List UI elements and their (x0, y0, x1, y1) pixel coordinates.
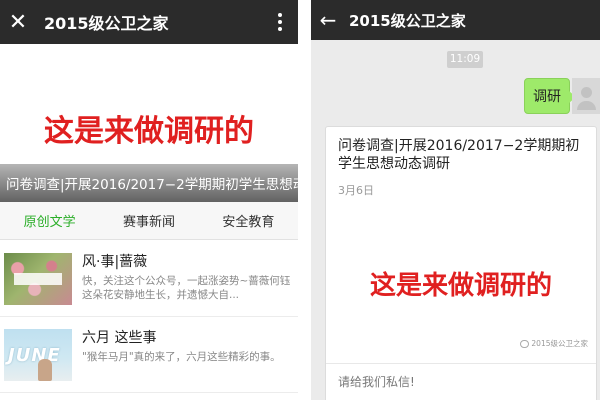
card-title: 问卷调查|开展2016/2017−2学期期初学生思想动态调研 (338, 138, 580, 172)
tab-competition-news[interactable]: 赛事新闻 (99, 202, 198, 239)
article-title: 六月 这些事 (82, 330, 157, 346)
article-card[interactable]: 问卷调查|开展2016/2017−2学期期初学生思想动态调研 3月6日 这是来做… (325, 126, 597, 400)
chat-top-bar: ← 2015级公卫之家 (311, 0, 600, 40)
banner-caption: 问卷调查|开展2016/2017−2学期期初学生思想动 (6, 177, 298, 193)
divider (326, 363, 596, 364)
article-thumbnail (4, 253, 72, 305)
message-timestamp: 11:09 (447, 51, 483, 68)
watermark: 2015级公卫之家 (520, 338, 588, 349)
account-home-panel: ✕ 2015级公卫之家 这是来做调研的 问卷调查|开展2016/2017−2学期… (0, 0, 298, 400)
tab-original-literature[interactable]: 原创文学 (0, 202, 99, 239)
article-list: 风·事|蔷薇 快，关注这个公众号，一起涨姿势~蔷薇何钰 这朵花安静地生长，并遗憾… (0, 241, 298, 393)
close-icon[interactable]: ✕ (0, 0, 36, 44)
thumbnail-text: JUNE (8, 345, 61, 366)
category-tabs: 原创文学 赛事新闻 安全教育 (0, 202, 298, 240)
screenshot-stage: ✕ 2015级公卫之家 这是来做调研的 问卷调查|开展2016/2017−2学期… (0, 0, 600, 400)
chat-panel: ← 2015级公卫之家 11:09 调研 问卷调查|开展2016/2017−2学… (311, 0, 600, 400)
card-footer: 请给我们私信! (338, 375, 415, 389)
article-description: 快，关注这个公众号，一起涨姿势~蔷薇何钰 这朵花安静地生长，并遗憾大自... (82, 275, 291, 301)
chat-title: 2015级公卫之家 (349, 11, 466, 30)
banner-headline: 这是来做调研的 (44, 114, 254, 149)
article-thumbnail: JUNE (4, 329, 72, 381)
list-item[interactable]: JUNE 六月 这些事 "猴年马月"真的来了，六月这些精彩的事。 (0, 317, 298, 393)
page-title: 2015级公卫之家 (44, 14, 169, 33)
list-item[interactable]: 风·事|蔷薇 快，关注这个公众号，一起涨姿势~蔷薇何钰 这朵花安静地生长，并遗憾… (0, 241, 298, 317)
more-vertical-icon[interactable] (270, 0, 290, 44)
outgoing-message: 调研 (524, 78, 576, 114)
card-image: 这是来做调研的 2015级公卫之家 (326, 205, 596, 355)
top-bar: ✕ 2015级公卫之家 (0, 0, 298, 44)
tab-safety-education[interactable]: 安全教育 (199, 202, 298, 239)
article-title: 风·事|蔷薇 (82, 254, 148, 270)
avatar[interactable] (572, 78, 600, 114)
featured-banner[interactable]: 这是来做调研的 问卷调查|开展2016/2017−2学期期初学生思想动 (0, 44, 298, 202)
card-date: 3月6日 (338, 184, 374, 197)
banner-caption-bar: 问卷调查|开展2016/2017−2学期期初学生思想动 (0, 164, 298, 202)
back-arrow-icon[interactable]: ← (311, 0, 345, 40)
message-bubble[interactable]: 调研 (524, 78, 576, 114)
article-description: "猴年马月"真的来了，六月这些精彩的事。 (82, 351, 281, 363)
watermark-text: 2015级公卫之家 (531, 339, 588, 348)
card-headline: 这是来做调研的 (369, 271, 552, 301)
wechat-icon (520, 339, 530, 348)
